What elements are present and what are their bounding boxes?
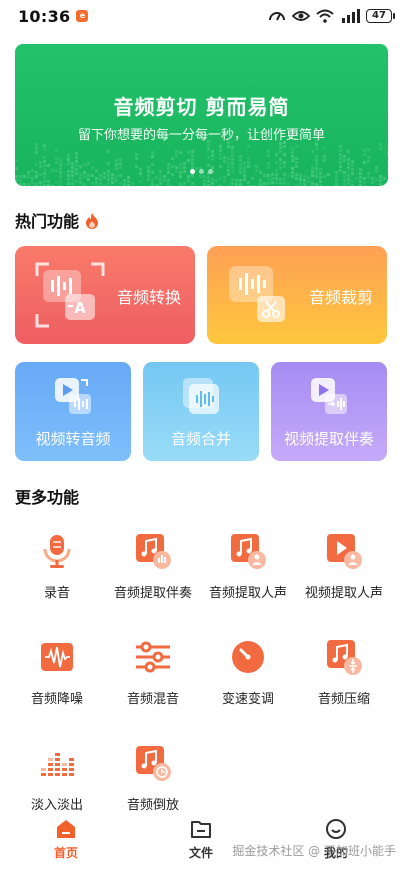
audio-merge-label: 音频合并 xyxy=(170,430,231,448)
banner-title: 音频剪切 剪而易简 xyxy=(113,95,290,119)
speed-pitch-label: 变速变调 xyxy=(221,692,274,707)
audio-extract-vocals-label: 音频提取人声 xyxy=(208,586,287,601)
banner-pager xyxy=(15,169,388,174)
audio-convert-card[interactable]: A 音频转换 xyxy=(15,246,195,344)
more-section-title: 更多功能 xyxy=(15,484,79,508)
fade-in-out-label: 淡入淡出 xyxy=(30,798,83,813)
pager-dot xyxy=(190,169,195,174)
flame-icon xyxy=(86,212,99,229)
audio-extract-accompaniment-label: 音频提取伴奏 xyxy=(113,586,192,601)
music-note-icon xyxy=(134,532,172,570)
video-person-icon xyxy=(325,532,363,570)
more-section-label: 更多功能 xyxy=(15,488,80,507)
audio-compress-label: 音频压缩 xyxy=(317,692,370,707)
home-icon xyxy=(57,820,75,838)
watermark: 掘金技术社区 @ 不加班小能手 xyxy=(232,844,396,858)
audio-compress-button[interactable]: 音频压缩 xyxy=(296,638,392,707)
audio-denoise-button[interactable]: 音频降噪 xyxy=(9,638,105,707)
speed-pitch-button[interactable]: 变速变调 xyxy=(200,638,296,707)
bottom-tab-bar: 首页 文件 我的 掘金技术社区 @ 不加班小能手 xyxy=(0,812,406,869)
audio-denoise-label: 音频降噪 xyxy=(30,692,83,707)
audio-trim-icon xyxy=(229,266,285,322)
hot-section-label: 热门功能 xyxy=(15,212,80,231)
wifi-icon xyxy=(316,9,334,23)
audio-convert-icon: A xyxy=(35,262,105,328)
speed-dial-icon xyxy=(229,638,267,676)
audio-reverse-label: 音频倒放 xyxy=(126,798,179,813)
tab-home[interactable]: 首页 xyxy=(26,818,106,861)
audio-merge-card[interactable]: 音频合并 xyxy=(143,362,259,461)
hot-section-title: 热门功能 xyxy=(15,208,99,232)
equalizer-bars-icon xyxy=(38,744,76,782)
microphone-icon xyxy=(38,532,76,570)
status-time: 10:36 xyxy=(18,6,71,26)
audio-mix-button[interactable]: 音频混音 xyxy=(105,638,201,707)
compress-icon xyxy=(325,638,363,676)
audio-mix-label: 音频混音 xyxy=(126,692,179,707)
audio-extract-accompaniment-button[interactable]: 音频提取伴奏 xyxy=(105,532,201,601)
pager-dot xyxy=(199,169,204,174)
promo-banner[interactable]: 音频剪切 剪而易简 留下你想要的每一分每一秒，让创作更简单 xyxy=(15,44,388,186)
tab-files[interactable]: 文件 xyxy=(161,818,241,861)
music-person-icon xyxy=(229,532,267,570)
status-bar: 10:36 e 47 xyxy=(0,0,406,32)
folder-icon xyxy=(191,821,211,838)
eye-icon xyxy=(292,11,310,21)
signal-icon xyxy=(342,9,360,23)
tab-home-label: 首页 xyxy=(53,846,78,860)
smiley-icon xyxy=(326,819,346,839)
video-to-audio-icon xyxy=(55,378,91,414)
banner-subtitle: 留下你想要的每一分每一秒，让创作更简单 xyxy=(77,128,325,143)
video-to-audio-label: 视频转音频 xyxy=(35,430,111,448)
status-icons: 47 xyxy=(268,8,395,24)
audio-trim-card[interactable]: 音频裁剪 xyxy=(207,246,387,344)
audio-convert-label: 音频转换 xyxy=(116,288,181,307)
waveform-icon xyxy=(38,638,76,676)
audio-trim-label: 音频裁剪 xyxy=(308,288,373,307)
video-extract-vocals-button[interactable]: 视频提取人声 xyxy=(296,532,392,601)
video-extract-accompaniment-label: 视频提取伴奏 xyxy=(283,430,374,448)
fade-in-out-button[interactable]: 淡入淡出 xyxy=(9,744,105,813)
reverse-play-icon xyxy=(134,744,172,782)
video-to-audio-card[interactable]: 视频转音频 xyxy=(15,362,131,461)
pager-dot xyxy=(208,169,213,174)
audio-reverse-button[interactable]: 音频倒放 xyxy=(105,744,201,813)
speed-gauge-icon xyxy=(269,12,285,21)
notification-app-icon: e xyxy=(76,10,89,22)
video-extract-accompaniment-card[interactable]: 视频提取伴奏 xyxy=(271,362,387,461)
video-extract-vocals-label: 视频提取人声 xyxy=(304,586,383,601)
record-button[interactable]: 录音 xyxy=(9,532,105,601)
svg-text:A: A xyxy=(74,299,86,317)
mixer-sliders-icon xyxy=(134,638,172,676)
record-label: 录音 xyxy=(43,586,70,601)
audio-merge-icon xyxy=(183,378,219,414)
video-extract-accompaniment-icon xyxy=(311,378,347,414)
audio-extract-vocals-button[interactable]: 音频提取人声 xyxy=(200,532,296,601)
tab-files-label: 文件 xyxy=(188,846,213,860)
battery-indicator: 47 xyxy=(366,9,395,23)
